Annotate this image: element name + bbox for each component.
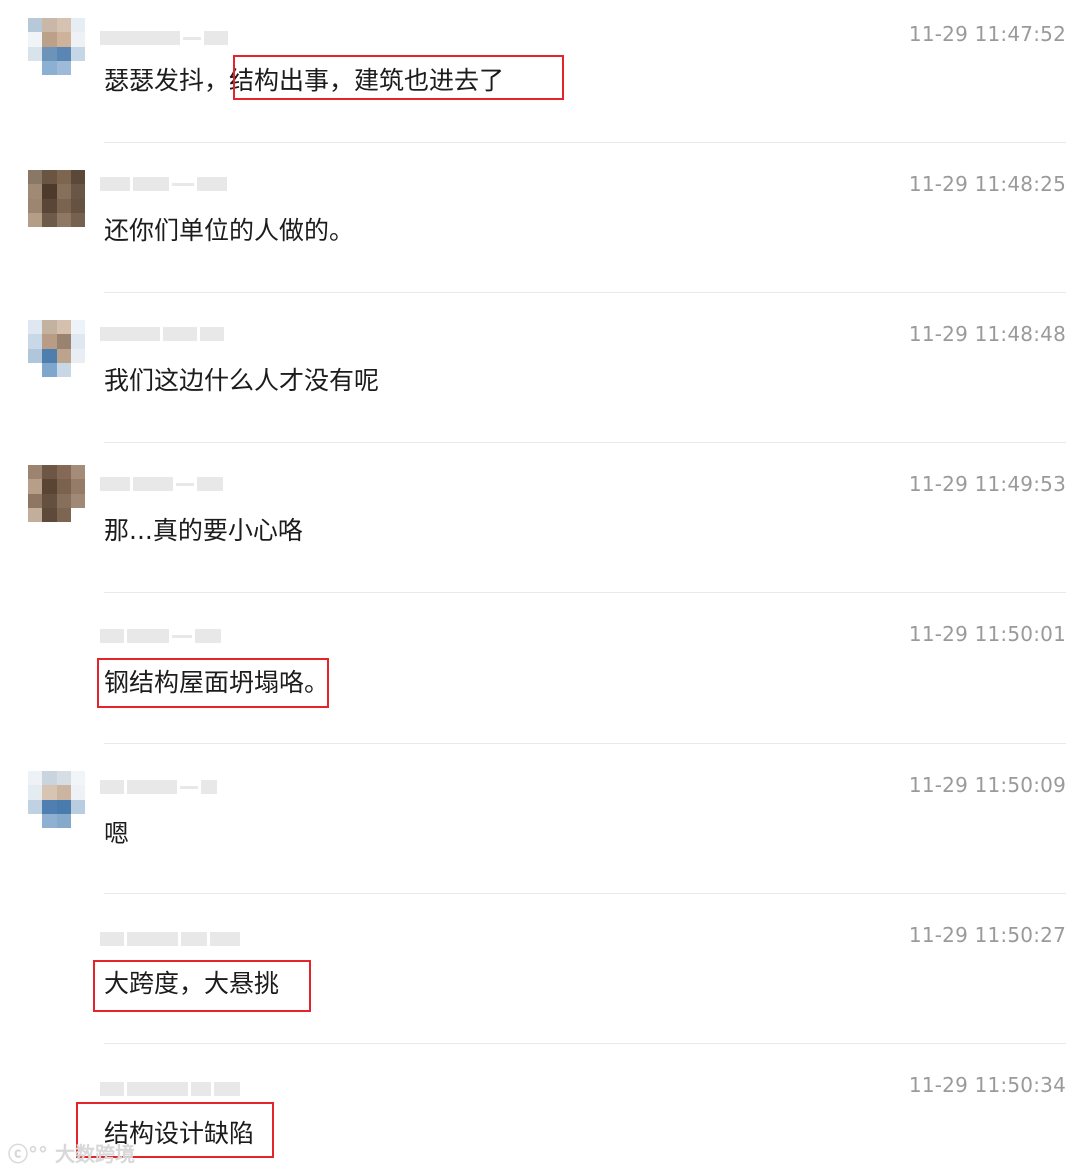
message-time: 11-29 11:48:48 — [908, 322, 1066, 346]
message-time: 11-29 11:50:09 — [908, 773, 1066, 797]
message-divider — [104, 592, 1066, 593]
watermark-text: 大数跨境 — [54, 1142, 135, 1166]
message-time: 11-29 11:47:52 — [908, 22, 1066, 46]
message-time: 11-29 11:50:27 — [908, 923, 1066, 947]
username-blurred — [100, 174, 240, 194]
username-blurred — [100, 626, 240, 646]
watermark-logo-icon: ⓒ°° — [8, 1142, 48, 1166]
avatar[interactable] — [28, 771, 85, 828]
watermark: ⓒ°° 大数跨境 — [8, 1138, 135, 1167]
message-divider — [104, 442, 1066, 443]
chat-message: 11-29 11:47:52 瑟瑟发抖，结构出事，建筑也进去了 — [0, 0, 1080, 150]
message-divider — [104, 743, 1066, 744]
avatar[interactable] — [28, 18, 85, 75]
highlight-box — [93, 960, 311, 1012]
username-blurred — [100, 474, 240, 494]
chat-message: 11-29 11:48:25 还你们单位的人做的。 — [0, 142, 1080, 292]
message-text: 那...真的要小心咯 — [104, 516, 303, 545]
chat-message: 11-29 11:48:48 我们这边什么人才没有呢 — [0, 292, 1080, 442]
avatar[interactable] — [28, 320, 85, 377]
message-text: 嗯 — [104, 819, 130, 848]
username-blurred — [100, 929, 240, 949]
highlight-box — [97, 658, 329, 708]
message-divider — [104, 893, 1066, 894]
username-blurred — [100, 324, 240, 344]
message-time: 11-29 11:50:01 — [908, 622, 1066, 646]
message-divider — [104, 292, 1066, 293]
message-text-plain: 瑟瑟发抖， — [104, 66, 230, 95]
username-blurred — [100, 777, 240, 797]
chat-message: 11-29 11:50:27 大跨度，大悬挑 — [0, 893, 1080, 1043]
message-text: 还你们单位的人做的。 — [104, 216, 355, 245]
message-divider — [104, 1043, 1066, 1044]
chat-message: 11-29 11:49:53 那...真的要小心咯 — [0, 442, 1080, 592]
highlight-box — [233, 55, 564, 100]
chat-message: 11-29 11:50:09 嗯 — [0, 743, 1080, 893]
username-blurred — [100, 1079, 240, 1099]
username-blurred — [100, 28, 240, 48]
avatar[interactable] — [28, 465, 85, 522]
message-time: 11-29 11:49:53 — [908, 472, 1066, 496]
chat-message: 11-29 11:50:01 钢结构屋面坍塌咯。 — [0, 592, 1080, 742]
message-time: 11-29 11:50:34 — [908, 1073, 1066, 1097]
message-text: 我们这边什么人才没有呢 — [104, 366, 380, 395]
message-divider — [104, 142, 1066, 143]
avatar[interactable] — [28, 170, 85, 227]
message-time: 11-29 11:48:25 — [908, 172, 1066, 196]
chat-message: 11-29 11:50:34 结构设计缺陷 — [0, 1043, 1080, 1174]
